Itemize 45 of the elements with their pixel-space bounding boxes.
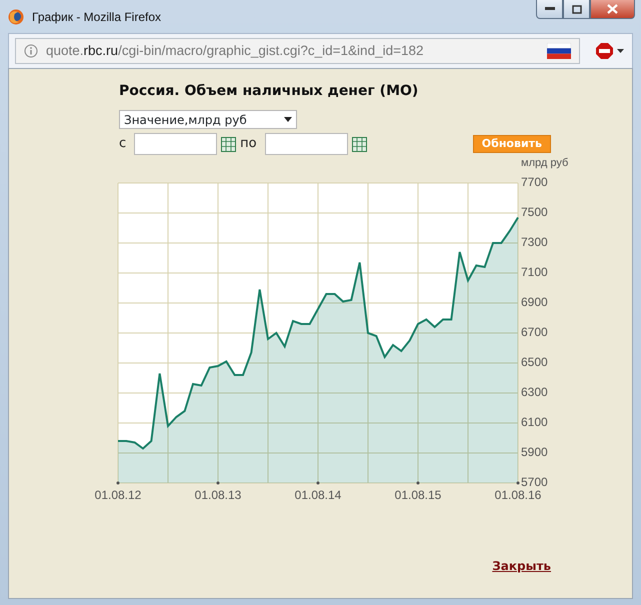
caret-icon: [284, 117, 292, 122]
axis-label: 7100: [521, 265, 548, 280]
flag-icon: [547, 43, 571, 59]
axis-label: 5700: [521, 475, 548, 490]
tick-mark: [516, 482, 520, 484]
value-dropdown[interactable]: Значение,млрд руб: [119, 110, 297, 129]
start-date-field[interactable]: [134, 133, 218, 155]
to-label: по: [240, 135, 257, 154]
axis-label: 01.08.14: [294, 488, 342, 502]
tick-mark: [116, 482, 120, 484]
close-icon: [607, 4, 618, 14]
axis-label: 01.08.13: [194, 488, 242, 502]
axis-label: 6100: [521, 415, 548, 430]
axis-label: 7300: [521, 235, 548, 250]
window-title: График - Mozilla Firefox: [32, 8, 162, 26]
close-link[interactable]: Закрыть: [492, 557, 551, 575]
url-text: quote.rbc.ru/cgi-bin/macro/graphic_gist.cgi?c_id=1&ind_id=182: [46, 42, 424, 60]
close-button[interactable]: [590, 0, 635, 19]
adblock-icon[interactable]: [596, 42, 626, 60]
axis-label: 6700: [521, 325, 548, 340]
calendar-icon[interactable]: [352, 136, 367, 152]
axis-label: 5900: [521, 445, 548, 460]
tick-mark: [216, 482, 220, 484]
address-field[interactable]: quote.rbc.ru/cgi-bin/macro/graphic_gist.cgi?c_id=1&ind_id=182: [15, 38, 580, 64]
axis-label: 01.08.15: [394, 488, 442, 502]
page-heading: Россия. Объем наличных денег (МО): [119, 82, 420, 101]
end-date-field[interactable]: [264, 133, 348, 155]
axis-label: 01.08.16: [494, 488, 542, 502]
axis-label: 6500: [521, 355, 548, 370]
minimize-icon: [544, 7, 554, 11]
axis-label: 6300: [521, 385, 548, 400]
axis-unit-label: млрд руб: [521, 156, 568, 169]
axis-label: 6900: [521, 295, 548, 310]
from-label: с: [119, 135, 126, 154]
tick-mark: [416, 482, 420, 484]
info-icon[interactable]: [24, 44, 38, 58]
calendar-icon[interactable]: [221, 136, 236, 152]
maximize-icon: [572, 4, 582, 14]
maximize-button[interactable]: [563, 0, 590, 19]
axis-label: 01.08.12: [94, 488, 142, 502]
axis-label: 7500: [521, 205, 548, 220]
axis-label: 7700: [521, 175, 548, 190]
tick-mark: [316, 482, 320, 484]
browser-logo-icon: [8, 8, 24, 24]
minimize-button[interactable]: [536, 0, 563, 19]
